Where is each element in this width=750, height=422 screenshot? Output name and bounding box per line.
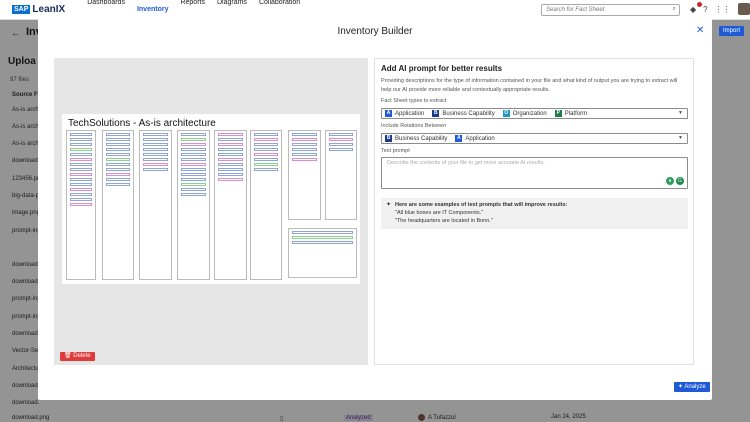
modal-title: Inventory Builder <box>337 26 413 37</box>
notifications-icon[interactable]: ◆ <box>690 5 696 14</box>
nav-diagrams[interactable]: Diagrams <box>217 0 247 20</box>
diagram-column <box>177 130 210 280</box>
lightbulb-icon: ✦ <box>386 202 392 208</box>
nav-reports[interactable]: Reports <box>180 0 205 20</box>
user-avatar[interactable] <box>737 3 750 15</box>
text-prompt-label: Text prompt <box>381 148 410 154</box>
app-name: LeanIX <box>32 4 66 15</box>
business-capability-icon: B <box>432 110 440 117</box>
main-nav: Dashboards Inventory Reports Diagrams Co… <box>87 0 300 20</box>
relations-select[interactable]: B Business Capability A Application ▼ <box>381 133 688 144</box>
leanix-logo[interactable]: SAP LeanIX <box>12 4 65 15</box>
tip-example: "All blue boxes are IT Components." <box>395 210 484 216</box>
chip-business-capability[interactable]: B Business Capability <box>432 110 495 117</box>
help-icon[interactable]: ? <box>703 5 707 14</box>
analyze-label: Analyze <box>684 384 706 390</box>
chip-application[interactable]: A Application <box>455 135 495 142</box>
chip-organization[interactable]: O Organization <box>502 110 547 117</box>
application-icon: A <box>455 135 463 142</box>
application-icon: A <box>385 110 392 117</box>
search-input[interactable]: Search for Fact Sheet ⌕ <box>541 4 680 16</box>
chip-label: Application <box>395 110 425 117</box>
chip-label: Organization <box>512 110 547 117</box>
top-navigation-bar: SAP LeanIX Dashboards Inventory Reports … <box>0 0 750 20</box>
tip-example: "The headquarters are located in Bonn." <box>395 218 493 224</box>
business-capability-icon: B <box>385 135 392 142</box>
diagram-column <box>102 130 134 280</box>
analyze-button[interactable]: ✦ Analyze <box>674 382 710 392</box>
prompt-heading: Add AI prompt for better results <box>381 64 503 73</box>
delete-label: Delete <box>73 353 91 359</box>
text-prompt-placeholder: Describe the contents of your file to ge… <box>387 160 545 166</box>
diagram-column <box>66 130 96 280</box>
apps-grid-icon[interactable]: ⋮⋮ <box>715 5 731 14</box>
close-icon[interactable]: ✕ <box>696 25 704 36</box>
organization-icon: O <box>502 110 510 117</box>
diagram-column <box>250 130 282 280</box>
prompt-description: Providing descriptions for the type of i… <box>381 78 678 93</box>
architecture-preview-image: TechSolutions - As-is architecture <box>62 114 360 284</box>
fact-types-select[interactable]: A Application B Business Capability O Organ… <box>381 108 688 119</box>
platform-icon: P <box>554 110 562 117</box>
chevron-down-icon[interactable]: ▼ <box>678 135 683 141</box>
fact-types-label: Fact Sheet types to extract <box>381 98 447 104</box>
chip-label: Business Capability <box>442 110 495 117</box>
import-button[interactable]: Import <box>719 26 745 36</box>
nav-collaboration[interactable]: Collaboration <box>259 0 300 20</box>
diagram-column <box>214 130 247 280</box>
chip-label: Business Capability <box>395 135 448 142</box>
notifications-badge <box>697 2 702 7</box>
chip-business-capability[interactable]: B Business Capability <box>385 135 447 142</box>
search-placeholder: Search for Fact Sheet <box>546 7 605 13</box>
preview-doc-title: TechSolutions - As-is architecture <box>68 118 216 129</box>
search-icon: ⌕ <box>672 6 676 12</box>
tips-heading: Here are some examples of text prompts t… <box>395 202 568 208</box>
delete-button[interactable]: 🗑 Delete <box>60 352 95 361</box>
prompt-examples-box: ✦ Here are some examples of text prompts… <box>381 198 688 229</box>
sap-logo-mark: SAP <box>12 5 31 14</box>
nav-dashboards[interactable]: Dashboards <box>87 0 125 20</box>
diagram-column <box>325 130 357 220</box>
text-prompt-input[interactable]: Describe the contents of your file to ge… <box>381 157 688 189</box>
chip-label: Application <box>465 135 495 142</box>
chip-platform[interactable]: P Platform <box>554 110 588 117</box>
assistant-icon[interactable]: ● <box>666 177 674 185</box>
grammarly-icon[interactable]: G <box>676 177 684 185</box>
chip-label: Platform <box>564 110 588 117</box>
relations-label: Include Relations Between <box>381 123 447 129</box>
diagram-legend <box>288 228 357 278</box>
diagram-column <box>288 130 321 220</box>
chip-application[interactable]: A Application <box>385 110 424 117</box>
chevron-down-icon[interactable]: ▼ <box>678 110 683 116</box>
diagram-column <box>139 130 172 280</box>
